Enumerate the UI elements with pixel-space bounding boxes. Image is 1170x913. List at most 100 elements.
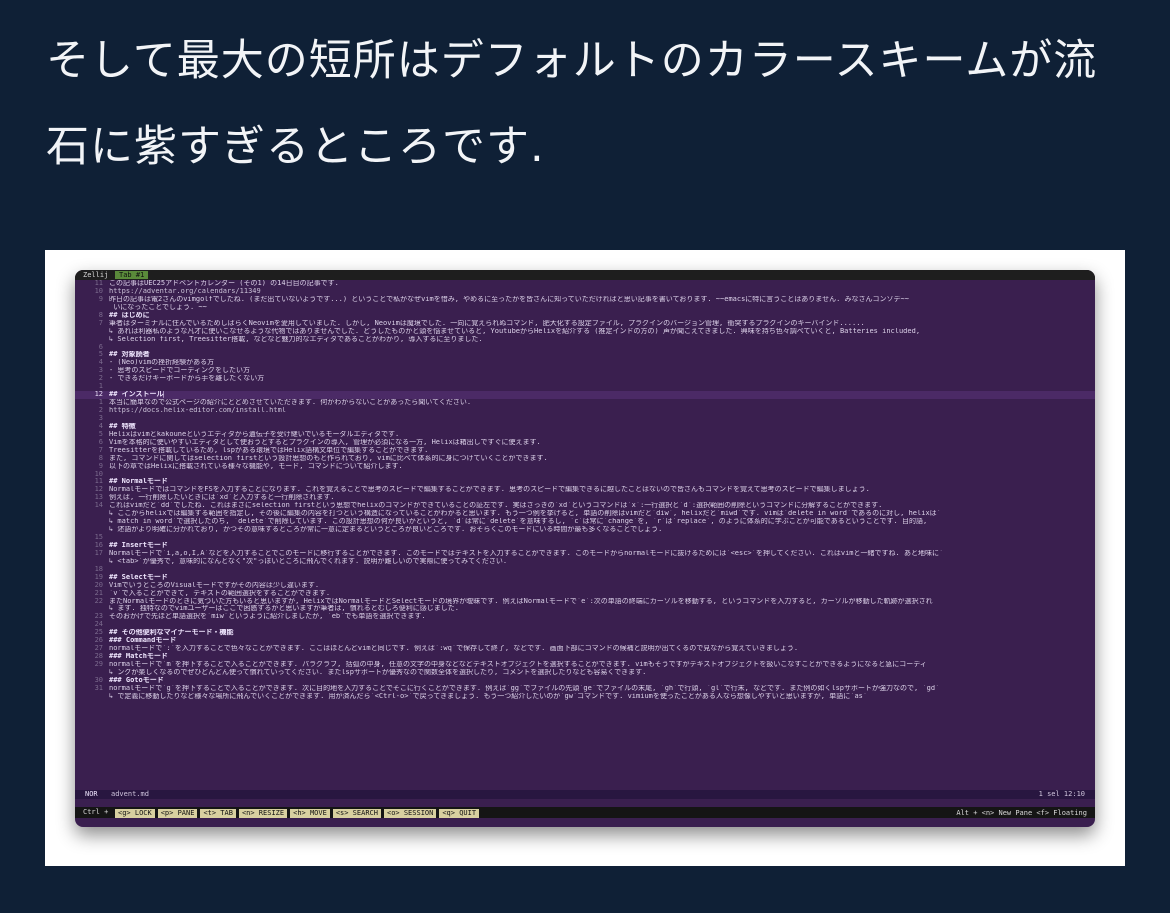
line-number: 5 [98,351,103,359]
line-text: 本当に簡単なので公式ページの紹介にとどめさせていただきます. 何かわからないこと… [109,399,472,407]
editor-line[interactable]: 17 Normalモードで`i,a,o,I,A`などを入力することでこのモードに移… [75,550,1095,558]
line-text: - できるだけキーボードから手を離したくない方 [109,375,265,383]
editor-line[interactable]: ↳ match in word`で選択したのち, `delete`で削除していま… [75,518,1095,526]
zellij-tab-bar: Zellij Tab #1 [75,270,1095,280]
editor-line[interactable]: 10 https://adventar.org/calendars/11349 [75,288,1095,296]
line-text: normalモードで`m`を押下することで入ることができます. パラグラフ, 括… [109,661,927,668]
line-number: 23 [94,613,103,621]
editor-line[interactable]: 12 NormalモードではコマンドをFSを入力することになります. これを覚える… [75,486,1095,494]
line-number: 6 [98,343,103,351]
editor-line[interactable]: 8 ## はじめに [75,312,1095,320]
editor-line[interactable]: 6 [75,344,1095,352]
line-number: 22 [94,597,103,605]
editor-line[interactable]: 7 筆者はターミナルに住んでいるためしばらくNeovimを愛用していました. しか… [75,320,1095,328]
line-number: 26 [94,637,103,645]
terminal-window: Zellij Tab #1 11 この記事はUEC25アドベントカレンダー (その… [75,270,1095,827]
line-text: ## 対象読者 [109,351,150,359]
editor-line[interactable]: ↳ <tab>`が優秀で, 意味的になんとなく"次"っぽいところに飛んでくれます… [75,558,1095,566]
line-text: Vimを本格的に使いやすいエディタとして使おうとするとプラグインの導入, 管理が… [109,438,541,446]
line-number: 8 [98,311,103,319]
editor-pane[interactable]: 11 この記事はUEC25アドベントカレンダー (その1) の14日目の記事です.… [75,280,1095,790]
editor-line[interactable]: 21 `v`で入ることができて, テキストの範囲選択をすることができます. [75,590,1095,598]
editor-line[interactable]: 3 - 思考のスピードでコーディングをしたい方 [75,367,1095,375]
editor-line[interactable]: 9 以下の章ではHelixに搭載されている様々な機能や, モード, コマンドについ… [75,463,1095,471]
editor-line[interactable]: ↳ ングが楽しくなるのでぜひどんどん使って慣れていってください. またlspサポ… [75,669,1095,677]
line-number: 11 [94,478,103,486]
editor-line[interactable]: ↳ で定義に移動したりなど様々な場所に飛んでいくことができます. 用が済んだら`… [75,693,1095,701]
line-text: 昨日の記事は電2さんのvimgolfでしたね. (まだ出ていないようです...)… [109,295,909,303]
editor-line[interactable]: ↳ ここからhelixでは編集する範囲を指定し, その後に編集の内容を打つという… [75,510,1095,518]
line-text: ## Insertモード [109,541,168,549]
editor-line[interactable]: 20 VimでいうところのVisualモードですがその内容は少し違います. [75,582,1095,590]
editor-line[interactable]: 5 ## 対象読者 [75,351,1095,359]
editor-line[interactable]: 25 ## その他便利なマイナーモード・機能 [75,629,1095,637]
editor-line[interactable]: 18 [75,566,1095,574]
line-text: https://docs.helix-editor.com/install.ht… [109,407,287,414]
line-number: 5 [98,430,103,438]
line-number: 24 [94,621,103,629]
editor-line[interactable]: 10 [75,471,1095,479]
editor-line[interactable]: ↳ あれは利器私のような凡才に使いこなせるような代物ではありませんでした. どう… [75,328,1095,336]
mode-indicator: NOR [85,790,98,798]
editor-line[interactable]: 7 Treesitterを搭載しているため, lspがある環境ではHelix語構文… [75,447,1095,455]
line-text: ## Selectモード [109,573,168,581]
file-name: advent.md [111,790,149,798]
line-text: ## はじめに [109,311,150,319]
editor-line[interactable]: 1 本当に簡単なので公式ページの紹介にとどめさせていただきます. 何かわからないこ… [75,399,1095,407]
editor-line[interactable]: 4 - (Neo)vimの挫折経験がある方 [75,359,1095,367]
editor-line[interactable]: 1 [75,383,1095,391]
tab-1[interactable]: Tab #1 [115,271,149,279]
editor-line[interactable]: 13 例えば, 一行削除したいときには`xd`と入力すると一行削除されます. [75,494,1095,502]
keybinding: <t> TAB [200,809,236,818]
editor-line[interactable]: 3 [75,415,1095,423]
keybinding: <h> MOVE [290,809,330,818]
line-number: 27 [94,645,103,653]
editor-line[interactable]: 22 またNormalモードのときに気づいた方もいると思いますが, Helixでは… [75,598,1095,606]
line-text: またNormalモードのときに気づいた方もいると思いますが, HelixではNo… [109,597,933,605]
line-number: 9 [98,295,103,303]
line-number: 10 [94,470,103,478]
line-text: - (Neo)vimの挫折経験がある方 [109,359,215,367]
editor-line[interactable]: 8 また, コマンドに関してはselection firstという設計思想のもと作… [75,455,1095,463]
editor-line[interactable]: 16 ## Insertモード [75,542,1095,550]
keybinding-list: <g> LOCK <p> PANE <t> TAB <n> RESIZE <h> MOV… [115,808,482,819]
editor-line[interactable]: 6 Vimを本格的に使いやすいエディタとして使おうとするとプラグインの導入, 管理… [75,439,1095,447]
line-number: 25 [94,629,103,637]
line-text: ### Gotoモード [109,676,164,684]
editor-line[interactable]: 30 ### Gotoモード [75,677,1095,685]
line-text: ↳ ングが楽しくなるのでぜひどんどん使って慣れていってください. またlspサポ… [109,668,647,676]
editor-line[interactable]: 11 この記事はUEC25アドベントカレンダー (その1) の14日目の記事です. [75,280,1095,288]
editor-line[interactable]: 31 normalモードで`g`を押下することで入ることができます. 次に目的地を… [75,685,1095,693]
editor-line[interactable]: 11 ## Normalモード [75,478,1095,486]
editor-line[interactable]: ↳ ます. 独特なのでvimユーザーはここで困惑するかと思いますが筆者は, 慣れ… [75,605,1095,613]
editor-line[interactable]: ↳ 述語がより明確に分かれており, かつその意味するところが常に一意に定まるとい… [75,526,1095,534]
editor-line[interactable]: ↳ Selection first, Treesitter搭載, などなど魅力的… [75,336,1095,344]
line-number: 7 [98,446,103,454]
line-number: 3 [98,367,103,375]
line-number: 14 [94,502,103,510]
editor-line[interactable]: 28 ### Matchモード [75,653,1095,661]
editor-line[interactable]: 14 これはvimだと`dd`でしたね. これはまさにselection firs… [75,502,1095,510]
editor-line[interactable]: 24 [75,621,1095,629]
ctrl-modifier: Ctrl + [83,808,109,816]
line-text: ### Matchモード [109,653,168,661]
editor-line[interactable]: 12 ## インストール▏ [75,391,1095,400]
editor-line[interactable]: 15 [75,534,1095,542]
zellij-app-name: Zellij [83,271,109,279]
line-number: 12 [94,391,103,399]
editor-line[interactable]: 4 ## 特徴 [75,423,1095,431]
editor-line[interactable]: 9 昨日の記事は電2さんのvimgolfでしたね. (まだ出ていないようです...… [75,296,1095,304]
line-number: 12 [94,486,103,494]
line-number: 17 [94,549,103,557]
line-number: 2 [98,407,103,414]
editor-line[interactable]: 5 Helixはvimとkakouneというエディタから遺伝子を受け継いでいるモー… [75,431,1095,439]
editor-line[interactable]: いになったことでしょう. ~~ [75,304,1095,312]
editor-line[interactable]: 29 normalモードで`m`を押下することで入ることができます. パラグラフ,… [75,661,1095,669]
editor-line[interactable]: 27 normalモードで`:`を入力することで色々なことができます. ここはほと… [75,645,1095,653]
editor-line[interactable]: 19 ## Selectモード [75,574,1095,582]
line-number: 8 [98,454,103,462]
editor-line[interactable]: 23 そのおかげで先ほど単語選択を`miw`というように紹介しましたが, `eb`… [75,613,1095,621]
editor-line[interactable]: 26 ### Commandモード [75,637,1095,645]
editor-line[interactable]: 2 - できるだけキーボードから手を離したくない方 [75,375,1095,383]
editor-line[interactable]: 2 https://docs.helix-editor.com/install.h… [75,407,1095,415]
